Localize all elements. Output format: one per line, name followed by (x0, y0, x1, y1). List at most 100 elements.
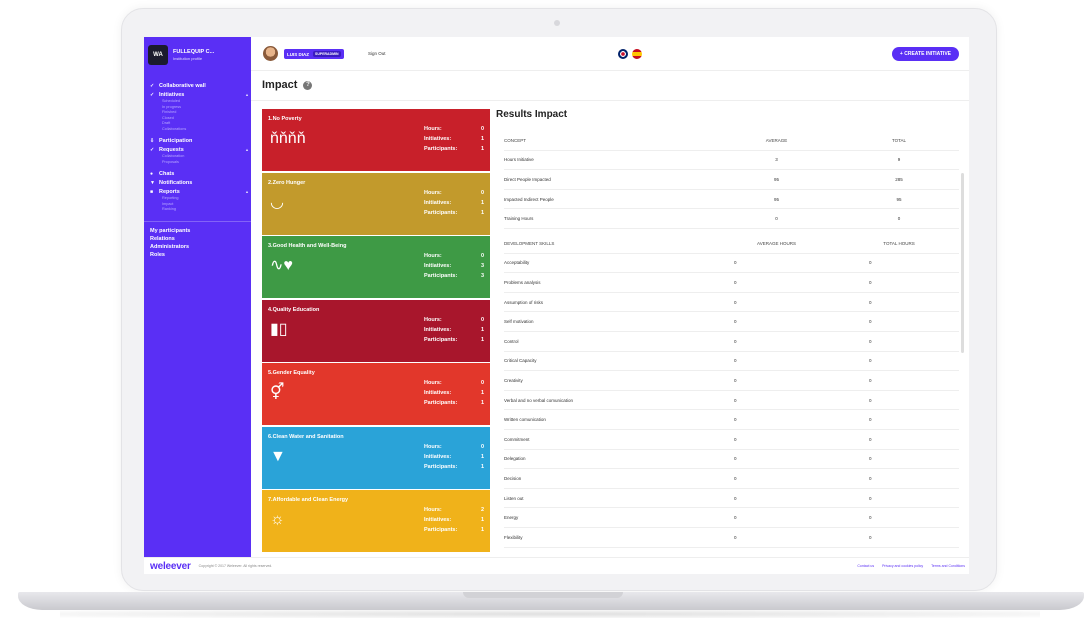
table-cell: Flexibility (504, 534, 523, 540)
brand[interactable]: WA FULLEQUIP C... Institution profile (148, 43, 214, 67)
table-cell: 0 (869, 397, 872, 403)
chevron-up-icon[interactable]: ▴ (246, 92, 248, 97)
brand-subtitle: Institution profile (173, 56, 203, 61)
sdg-card-title: 1.No Poverty (268, 116, 302, 122)
sidebar-bottom-item[interactable]: Roles (150, 252, 248, 260)
table-cell: Impacted Indirect People (504, 196, 554, 202)
table-cell: 0 (869, 279, 872, 285)
sidebar: WA FULLEQUIP C... Institution profile ✓ C… (144, 37, 254, 557)
sdg-goal-icon: ▮▯ (270, 320, 288, 338)
stat-row: Hours: 0 (424, 317, 484, 327)
stat-row: Hours: 0 (424, 380, 484, 390)
stat-value: 0 (480, 443, 484, 450)
sidebar-item[interactable]: ✓ Collaborative wall (150, 81, 248, 90)
sdg-cards: 1.No Poverty ňňňň Hours: 0 Initiatives: 1 Part… (262, 109, 490, 557)
user-chip[interactable]: LUIS DIAZ SUPERADMIN (284, 49, 344, 59)
scrollbar[interactable] (961, 173, 964, 353)
avatar[interactable] (263, 46, 278, 61)
stat-value: 1 (480, 326, 484, 333)
sdg-card[interactable]: 4.Quality Education ▮▯ Hours: 0 Initiatives:… (262, 299, 490, 362)
table-cell: 3 (775, 157, 778, 163)
sidebar-subitem[interactable]: Ranking (150, 207, 248, 213)
sdg-card[interactable]: 7.Affordable and Clean Energy ☼ Hours: 2 Ini… (262, 490, 490, 552)
table-row: Energy 0 0 (504, 508, 959, 528)
footer: weleever Copyright © 2017 Weleever. All … (144, 557, 969, 574)
table-cell: 0 (734, 260, 737, 266)
sidebar-item-label: Initiatives (159, 91, 185, 98)
table-cell: Energy (504, 515, 519, 521)
sidebar-item-label-wrap: ● Chats (150, 171, 174, 177)
footer-logo[interactable]: weleever (150, 561, 191, 572)
help-icon[interactable]: ? (303, 80, 313, 90)
stat-row: Participants: 3 (424, 273, 484, 283)
footer-links: Contact us Privacy and cookies policy Term… (849, 564, 965, 568)
spain-flag-icon[interactable] (632, 49, 642, 59)
stat-row: Hours: 0 (424, 190, 484, 200)
sidebar-bottom-item[interactable]: My participants (150, 228, 248, 236)
sidebar-item[interactable]: ■ Reports ▴ (150, 187, 248, 196)
sidebar-item[interactable]: ● Chats (150, 169, 248, 178)
stat-label: Hours: (424, 443, 442, 450)
sdg-card-title: 4.Quality Education (268, 306, 320, 313)
laptop-mockup: WA FULLEQUIP C... Institution profile ✓ C… (0, 0, 1086, 623)
table-cell: 0 (869, 338, 872, 344)
chevron-up-icon[interactable]: ▴ (246, 189, 248, 194)
sdg-card-title: 6.Clean Water and Sanitation (268, 433, 344, 440)
footer-link[interactable]: Contact us (857, 564, 874, 568)
brand-logo: WA (148, 45, 168, 65)
table-row: Commitment 0 0 (504, 430, 959, 450)
table-cell: Self motivation (504, 319, 534, 325)
sidebar-bottom-item[interactable]: Administrators (150, 244, 248, 252)
table-row: Verbal and no verbal comunication 0 0 (504, 391, 959, 411)
uk-flag-icon[interactable] (618, 49, 628, 59)
stat-label: Hours: (424, 189, 442, 196)
app-screen: WA FULLEQUIP C... Institution profile ✓ C… (144, 37, 969, 574)
sidebar-item[interactable]: ✓ Requests ▴ (150, 145, 248, 154)
footer-link[interactable]: Terms and Conditions (931, 564, 965, 568)
sdg-card[interactable]: 1.No Poverty ňňňň Hours: 0 Initiatives: 1 Part… (262, 109, 490, 171)
sdg-card[interactable]: 5.Gender Equality ⚥ Hours: 0 Initiatives: 1 Pa… (262, 363, 490, 425)
stat-value: 1 (480, 336, 484, 343)
sidebar-item[interactable]: ▼ Notifications (150, 178, 248, 187)
table-cell: 0 (734, 495, 737, 501)
chevron-up-icon[interactable]: ▴ (246, 147, 248, 152)
table-row: Delegation 0 0 (504, 450, 959, 470)
laptop-notch (463, 592, 623, 598)
stat-row: Hours: 0 (424, 444, 484, 454)
stat-row: Hours: 2 (424, 507, 484, 517)
table-cell: 0 (869, 475, 872, 481)
stat-row: Initiatives: 1 (424, 200, 484, 210)
table-cell: 95 (773, 176, 779, 182)
create-initiative-button[interactable]: + CREATE INITIATIVE (891, 47, 959, 61)
stat-label: Participants: (424, 209, 458, 216)
stat-label: Initiatives: (424, 136, 452, 142)
table-cell: 0 (734, 475, 737, 481)
footer-link[interactable]: Privacy and cookies policy (882, 564, 923, 568)
table-cell: Hours Initiative (504, 157, 534, 163)
sidebar-item[interactable]: ✓ Initiatives ▴ (150, 90, 248, 99)
table-cell: 0 (869, 417, 872, 423)
sidebar-bottom-item[interactable]: Relations (150, 236, 248, 244)
stat-row: Participants: 1 (424, 210, 484, 220)
stat-row: Initiatives: 1 (424, 390, 484, 400)
stat-row: Participants: 1 (424, 337, 484, 347)
sidebar-item[interactable]: ⇩ Participation (150, 136, 248, 145)
stat-value: 3 (480, 263, 484, 269)
table-cell: 0 (734, 299, 737, 305)
stat-label: Participants: (424, 463, 458, 470)
stat-row: Initiatives: 1 (424, 517, 484, 527)
column-header: DEVELOPMENT SKILLS (504, 240, 555, 246)
table-cell: Written comunication (504, 417, 546, 423)
sdg-goal-icon: ∿♥ (270, 257, 293, 274)
nav-icon: ● (150, 170, 154, 177)
stat-row: Initiatives: 3 (424, 263, 484, 273)
sdg-card[interactable]: 2.Zero Hunger ◡ Hours: 0 Initiatives: 1 Partic… (262, 172, 490, 235)
stat-value: 1 (480, 527, 484, 533)
sdg-card[interactable]: 6.Clean Water and Sanitation ▼ Hours: 0 Init… (262, 426, 490, 489)
sdg-card[interactable]: 3.Good Health and Well-Being ∿♥ Hours: 0 Ini… (262, 236, 490, 298)
sign-out-link[interactable]: Sign Out (368, 51, 386, 56)
stat-value: 3 (480, 273, 484, 279)
sidebar-item-label: Requests (159, 146, 184, 153)
table-cell: 285 (895, 176, 903, 182)
table-cell: Creativity (504, 377, 523, 383)
